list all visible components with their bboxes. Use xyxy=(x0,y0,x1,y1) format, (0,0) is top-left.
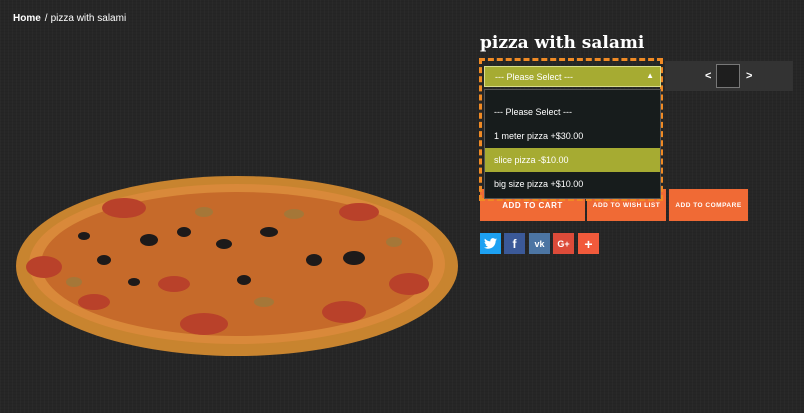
product-image[interactable] xyxy=(14,172,460,358)
option-item-highlighted[interactable]: slice pizza -$10.00 xyxy=(485,148,660,172)
option-item[interactable]: --- Please Select --- xyxy=(485,100,660,124)
quantity-input[interactable] xyxy=(716,64,740,88)
vk-share-button[interactable]: vk xyxy=(529,233,550,254)
twitter-icon xyxy=(484,238,497,249)
breadcrumb: Home / pizza with salami xyxy=(13,13,126,24)
chevron-up-icon: ▲ xyxy=(646,71,654,80)
option-dropdown-list: --- Please Select --- 1 meter pizza +$30… xyxy=(484,89,661,199)
option-select-value: --- Please Select --- xyxy=(495,72,574,82)
twitter-share-button[interactable] xyxy=(480,233,501,254)
quantity-decrease-button[interactable]: < xyxy=(705,70,711,82)
quantity-selector: < > xyxy=(665,61,793,91)
vk-icon: vk xyxy=(534,238,545,249)
option-item[interactable]: 1 meter pizza +$30.00 xyxy=(485,124,660,148)
more-share-button[interactable]: + xyxy=(578,233,599,254)
breadcrumb-separator: / xyxy=(44,13,48,24)
google-plus-share-button[interactable]: G+ xyxy=(553,233,574,254)
quantity-increase-button[interactable]: > xyxy=(746,70,752,82)
plus-icon: + xyxy=(584,235,593,252)
option-item[interactable]: big size pizza +$10.00 xyxy=(485,172,660,196)
add-to-compare-button[interactable]: ADD TO COMPARE xyxy=(669,189,748,221)
breadcrumb-home-link[interactable]: Home xyxy=(13,13,41,24)
facebook-icon: f xyxy=(512,236,517,251)
option-select[interactable]: --- Please Select --- ▲ xyxy=(484,66,661,87)
product-title: pizza with salami xyxy=(480,33,645,53)
breadcrumb-current: pizza with salami xyxy=(50,13,127,24)
google-plus-icon: G+ xyxy=(557,238,570,249)
facebook-share-button[interactable]: f xyxy=(504,233,525,254)
